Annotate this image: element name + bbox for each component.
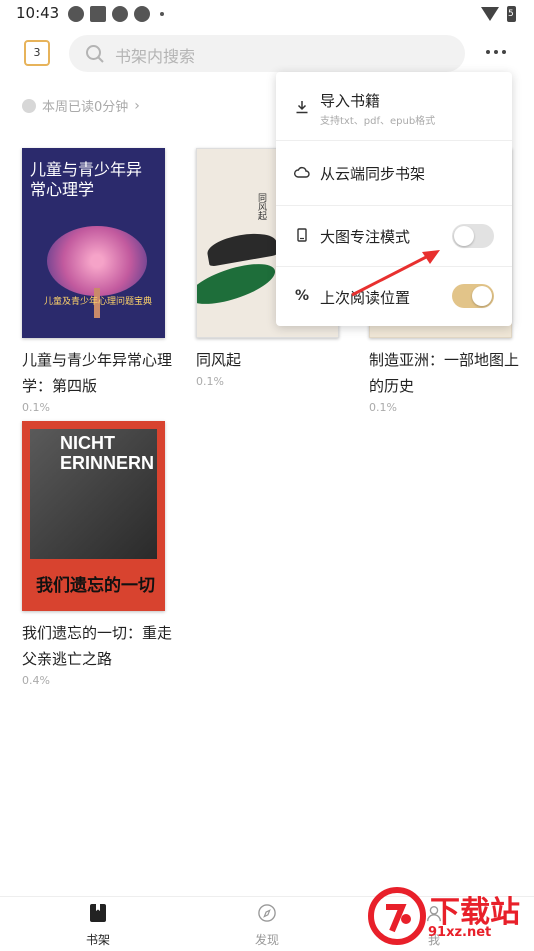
wifi-icon: [481, 7, 499, 21]
search-placeholder: 书架内搜索: [115, 47, 196, 66]
status-time: 10:43: [16, 4, 60, 22]
status-bar: 10:43 5: [0, 0, 534, 28]
cover-heading: NICHT ERINNERN: [60, 433, 155, 473]
tablet-icon: [294, 228, 310, 244]
book-title: 同风起: [196, 351, 242, 369]
cloud-icon: [294, 165, 310, 181]
menu-item-sub: 支持txt、pdf、epub格式: [320, 116, 436, 127]
reading-badge-icon: [22, 98, 36, 113]
download-icon: [294, 100, 310, 116]
battery-level: 5: [508, 9, 514, 19]
weekly-reading-text: 本周已读0分钟: [42, 100, 129, 115]
watermark-url: 91xz.net: [428, 925, 492, 940]
app-notification-icon: [112, 6, 128, 22]
cover-title: 同风起: [256, 193, 266, 220]
cover-title: 我们遗忘的一切: [36, 576, 155, 596]
menu-item-cloud-sync[interactable]: 从云端同步书架: [276, 141, 512, 205]
search-input[interactable]: 书架内搜索: [69, 35, 465, 72]
book-progress: 0.1%: [196, 375, 224, 388]
weekly-reading-summary[interactable]: 本周已读0分钟 ›: [22, 96, 140, 115]
menu-item-import[interactable]: 导入书籍 支持txt、pdf、epub格式: [276, 72, 512, 140]
bookshelf-icon: [90, 904, 106, 922]
tab-label: 发现: [254, 933, 279, 947]
book-title: 儿童与青少年异常心理学：第四版: [22, 351, 173, 395]
toggle-knob: [454, 226, 474, 246]
menu-item-label: 从云端同步书架: [320, 165, 426, 183]
app-notification-icon: [134, 6, 150, 22]
chevron-right-icon: ›: [134, 97, 140, 114]
last-position-toggle[interactable]: [452, 284, 494, 308]
watermark: 下载站 91xz.net: [368, 885, 534, 950]
book-title: 制造亚洲：一部地图上的历史: [369, 351, 520, 395]
tab-label: 书架: [85, 933, 110, 947]
more-options-icon[interactable]: [486, 50, 506, 54]
eagle-illustration: [205, 229, 279, 267]
app-notification-icon: [68, 6, 84, 22]
focus-mode-toggle[interactable]: [452, 224, 494, 248]
book-progress: 0.4%: [22, 674, 50, 687]
menu-item-label: 导入书籍: [320, 92, 381, 110]
tab-bookshelf[interactable]: 书架: [58, 903, 138, 948]
cover-subtitle: 儿童及青少年心理问题宝典: [44, 297, 153, 307]
book-cover[interactable]: NICHT ERINNERN 我们遗忘的一切: [22, 421, 165, 611]
cover-title: 儿童与青少年异常心理学: [30, 160, 143, 199]
calendar-day: 3: [33, 46, 41, 59]
battery-icon: 5: [507, 6, 516, 22]
book-item[interactable]: NICHT ERINNERN 我们遗忘的一切 我们遗忘的一切：重走父亲逃亡之路 …: [22, 421, 182, 687]
book-cover[interactable]: 儿童与青少年异常心理学 儿童及青少年心理问题宝典: [22, 148, 165, 338]
app-notification-icon: [90, 6, 106, 22]
calendar-icon[interactable]: 3: [24, 40, 50, 66]
more-notifications-dot-icon: [160, 12, 164, 16]
book-item[interactable]: 儿童与青少年异常心理学 儿童及青少年心理问题宝典 儿童与青少年异常心理学：第四版…: [22, 148, 182, 414]
watermark-logo-icon: [368, 887, 426, 945]
compass-icon: [258, 904, 276, 922]
annotation-arrow-icon: [351, 250, 440, 297]
toggle-knob: [472, 286, 492, 306]
search-icon: [86, 45, 104, 63]
notification-icons: [68, 6, 164, 22]
book-title: 我们遗忘的一切：重走父亲逃亡之路: [22, 624, 173, 668]
book-progress: 0.1%: [22, 401, 50, 414]
tree-illustration: [47, 226, 147, 296]
book-progress: 0.1%: [369, 401, 397, 414]
tab-discover[interactable]: 发现: [227, 903, 307, 948]
percent-icon: %: [294, 288, 310, 304]
